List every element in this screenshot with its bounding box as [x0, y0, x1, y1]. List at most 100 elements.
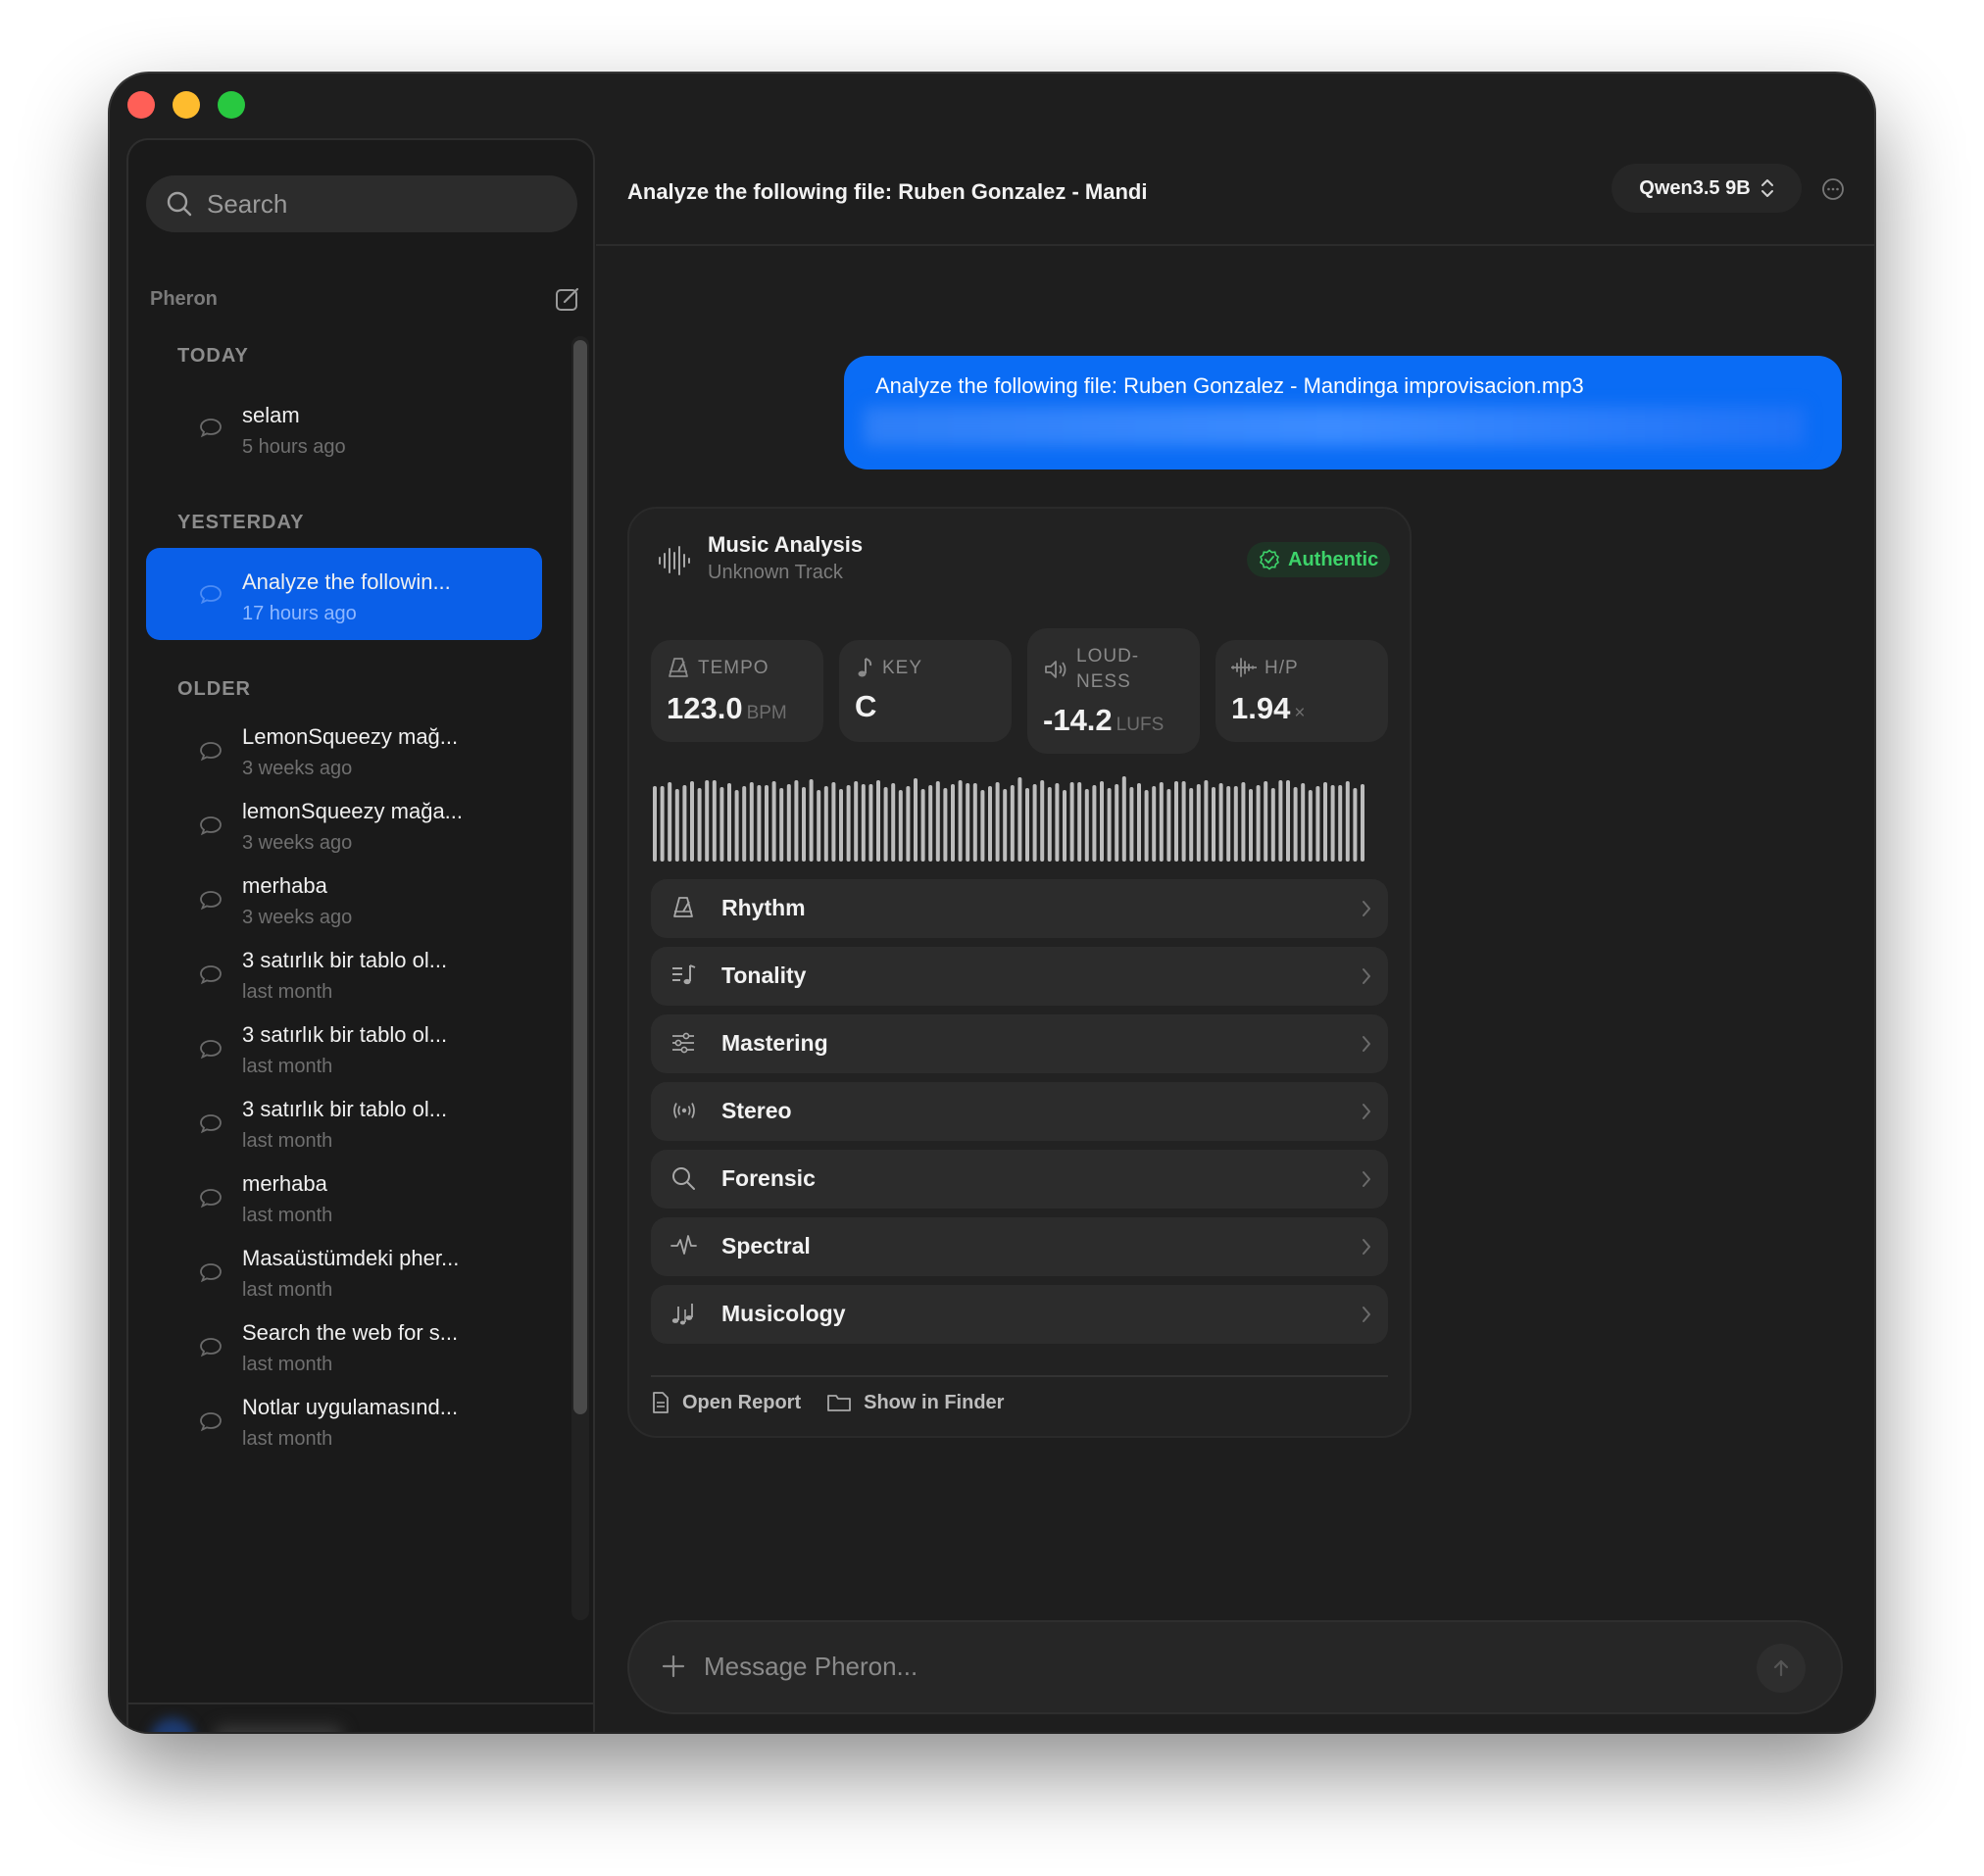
conversation-time: 3 weeks ago	[242, 832, 353, 854]
waveform-bar	[951, 784, 955, 862]
conversation-item[interactable]: selam 5 hours ago	[146, 381, 542, 473]
conversation-item[interactable]: Masaüstümdeki pher... last month	[146, 1236, 542, 1310]
send-button[interactable]	[1757, 1644, 1806, 1693]
conversation-item[interactable]: Notlar uygulamasınd... last month	[146, 1385, 542, 1459]
conversation-item[interactable]: Analyze the followin... 17 hours ago	[146, 548, 542, 640]
account-footer[interactable]	[128, 1703, 593, 1732]
music-analysis-card: Music Analysis Unknown Track Authentic T…	[627, 507, 1412, 1438]
chat-main: Analyze the following file: Ruben Gonzal…	[596, 138, 1874, 1732]
speaker-icon	[1045, 661, 1066, 678]
model-selector[interactable]: Qwen3.5 9B	[1612, 164, 1802, 213]
conversation-title: merhaba	[242, 1171, 327, 1196]
loudness-label-line1: LOUD-	[1076, 646, 1140, 666]
conversation-text: lemonSqueezy mağa... 3 weeks ago	[242, 799, 463, 855]
waveform-bar	[839, 789, 843, 862]
waveform-bar	[1308, 790, 1313, 862]
redacted-message-content	[864, 407, 1805, 446]
key-value: C	[855, 689, 877, 723]
waveform-bar	[1152, 786, 1157, 862]
waveform-visualization	[653, 776, 1364, 862]
message-composer[interactable]: Message Pheron...	[627, 1620, 1843, 1714]
show-in-finder-button[interactable]: Show in Finder	[826, 1391, 1004, 1414]
waveform-bar	[1040, 780, 1045, 862]
waveform-bar	[928, 785, 933, 862]
checkmark-seal-icon	[1260, 549, 1279, 570]
waveform-bar	[1278, 780, 1283, 862]
waveform-bar	[1025, 788, 1029, 862]
waveform-bar	[1144, 790, 1149, 862]
waveform-bar	[876, 780, 880, 862]
waveform-bar	[734, 790, 739, 862]
key-label: KEY	[882, 658, 923, 678]
chat-bubble-icon	[200, 1189, 222, 1209]
waveform-bar	[1361, 784, 1364, 862]
conversation-item[interactable]: 3 satırlık bir tablo ol... last month	[146, 938, 542, 1012]
minimize-window-button[interactable]	[173, 91, 200, 119]
waveform-bar	[958, 780, 963, 862]
conversation-item[interactable]: merhaba 3 weeks ago	[146, 864, 542, 938]
section-row-spectral[interactable]: Spectral	[651, 1217, 1388, 1276]
conversation-text: merhaba 3 weeks ago	[242, 873, 352, 929]
sidebar-scroll-thumb[interactable]	[573, 340, 587, 1414]
conversation-item[interactable]: 3 satırlık bir tablo ol... last month	[146, 1012, 542, 1087]
chat-bubble-icon	[200, 585, 222, 605]
conversation-text: Analyze the followin... 17 hours ago	[242, 569, 451, 625]
chat-bubble-icon	[200, 1338, 222, 1358]
hp-label: H/P	[1265, 658, 1299, 678]
open-report-label: Open Report	[682, 1391, 802, 1413]
broadcast-icon	[673, 1103, 695, 1118]
close-window-button[interactable]	[127, 91, 155, 119]
conversation-item[interactable]: 3 satırlık bir tablo ol... last month	[146, 1087, 542, 1161]
conversation-title: Notlar uygulamasınd...	[242, 1395, 459, 1419]
plus-icon[interactable]	[661, 1654, 686, 1679]
conversation-item[interactable]: lemonSqueezy mağa... 3 weeks ago	[146, 789, 542, 864]
waveform-small-icon	[1231, 658, 1257, 677]
waveform-bar	[771, 781, 776, 862]
compose-icon[interactable]	[554, 285, 581, 313]
chevron-up-down-icon	[1761, 179, 1773, 197]
section-row-forensic[interactable]: Forensic	[651, 1150, 1388, 1209]
conversation-item[interactable]: LemonSqueezy mağ... 3 weeks ago	[146, 715, 542, 789]
folder-icon	[827, 1395, 852, 1411]
window-controls	[127, 91, 245, 119]
waveform-bar	[1218, 783, 1223, 862]
section-label: OLDER	[177, 677, 251, 700]
waveform-bar	[653, 786, 657, 862]
zoom-window-button[interactable]	[218, 91, 245, 119]
section-label: YESTERDAY	[177, 511, 305, 533]
conversation-title: Search the web for s...	[242, 1320, 459, 1345]
waveform-bar	[914, 778, 918, 862]
waveform-bar	[995, 782, 1000, 862]
conversation-title: Analyze the followin...	[242, 569, 451, 594]
more-options-icon[interactable]	[1821, 177, 1845, 201]
section-label: TODAY	[177, 344, 249, 367]
search-field[interactable]: Search	[146, 175, 577, 232]
waveform-bar	[1129, 787, 1134, 862]
conversation-text: Search the web for s... last month	[242, 1320, 458, 1376]
loudness-stat: LOUD- NESS -14.2 LUFS	[1027, 628, 1200, 754]
section-row-stereo[interactable]: Stereo	[651, 1082, 1388, 1141]
conversation-item[interactable]: Search the web for s... last month	[146, 1310, 542, 1385]
section-row-musicology[interactable]: Musicology	[651, 1285, 1388, 1344]
waveform-bar	[1256, 785, 1261, 862]
waveform-bar	[980, 790, 985, 862]
waveform-bar	[1204, 780, 1209, 862]
waveform-bar	[1017, 777, 1022, 862]
section-label: Spectral	[721, 1233, 811, 1259]
waveform-bar	[898, 790, 903, 862]
card-actions: Open Report Show in Finder	[651, 1391, 1004, 1414]
loudness-value: -14.2	[1043, 703, 1113, 737]
section-row-mastering[interactable]: Mastering	[651, 1014, 1388, 1073]
loudness-label-line2: NESS	[1076, 671, 1131, 692]
conversation-item[interactable]: merhaba last month	[146, 1161, 542, 1236]
chat-bubble-icon	[200, 1263, 222, 1283]
waveform-bar	[868, 784, 873, 862]
open-report-button[interactable]: Open Report	[651, 1391, 801, 1414]
analysis-subtitle: Unknown Track	[708, 562, 843, 583]
conversation-text: 3 satırlık bir tablo ol... last month	[242, 948, 447, 1004]
analysis-title: Music Analysis	[708, 532, 864, 557]
waveform-bar	[1345, 781, 1350, 862]
section-row-tonality[interactable]: Tonality	[651, 947, 1388, 1006]
section-row-rhythm[interactable]: Rhythm	[651, 879, 1388, 938]
waveform-bar	[794, 780, 799, 862]
